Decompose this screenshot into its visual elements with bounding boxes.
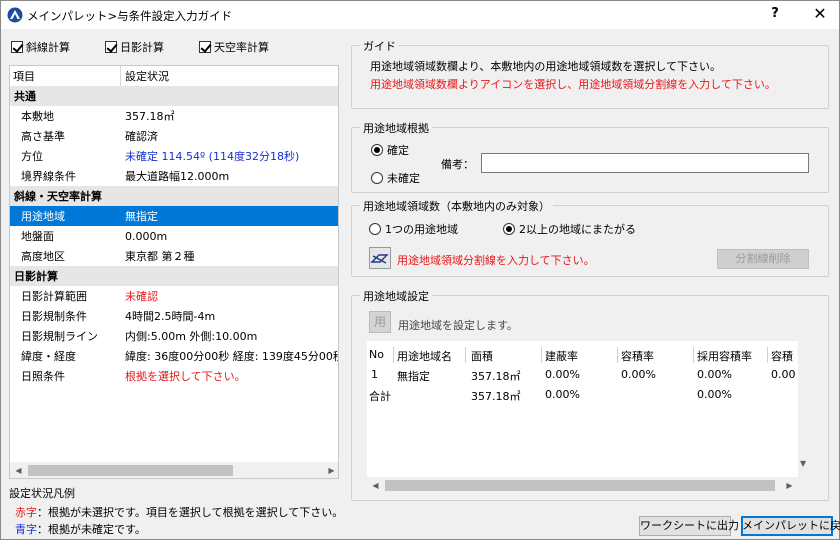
checkbox-label: 日影計算: [120, 41, 164, 54]
scroll-thumb[interactable]: [385, 480, 775, 491]
section-slant: 斜線・天空率計算: [10, 186, 338, 206]
zone-setting-text: 用途地域を設定します。: [398, 319, 518, 332]
column-header-status: 設定状況: [125, 70, 169, 83]
list-item[interactable]: 日影計算範囲 未確認: [10, 286, 338, 306]
checkbox-sky[interactable]: 天空率計算: [199, 39, 269, 55]
back-to-main-palette-button[interactable]: メインパレットに戻る: [741, 516, 840, 536]
scroll-left-icon[interactable]: ◀: [367, 477, 384, 494]
title-bar: メインパレット>与条件設定入力ガイド ? ✕: [1, 1, 839, 29]
legend-blue: 青字：根拠が未確定です。: [15, 523, 146, 536]
guide-text-2: 用途地域領域数欄よりアイコンを選択し、用途地域領域分割線を入力して下さい。: [370, 78, 776, 91]
condition-list[interactable]: 項目 設定状況 共通 本敷地 357.18㎡ 高さ基準 確認済 方位 未確定 1…: [9, 65, 339, 479]
checkbox-label: 斜線計算: [26, 41, 70, 54]
scroll-right-icon[interactable]: ▶: [323, 462, 338, 478]
split-line-instruction: 用途地域領域分割線を入力して下さい。: [397, 254, 595, 267]
list-item[interactable]: 日照条件 根拠を選択して下さい。: [10, 366, 338, 386]
scroll-thumb[interactable]: [28, 465, 233, 476]
list-item[interactable]: 日影規制ライン 内側:5.00m 外側:10.00m: [10, 326, 338, 346]
zone-setting-button[interactable]: 用: [369, 311, 391, 333]
split-line-icon: [370, 254, 389, 264]
radio-multi-zone[interactable]: 2以上の地域にまたがる: [503, 221, 636, 237]
list-item[interactable]: 本敷地 357.18㎡: [10, 106, 338, 126]
checkbox-label: 天空率計算: [214, 41, 269, 54]
radio-empty-icon[interactable]: [369, 223, 381, 235]
checkbox-checked-icon[interactable]: [105, 41, 117, 53]
help-button[interactable]: ?: [765, 6, 785, 24]
table-row-total[interactable]: 合計 357.18㎡ 0.00% 0.00%: [367, 385, 812, 405]
list-item[interactable]: 地盤面 0.000m: [10, 226, 338, 246]
table-row[interactable]: 1 無指定 357.18㎡ 0.00% 0.00% 0.00% 0.00: [367, 365, 812, 385]
radio-single-zone[interactable]: 1つの用途地域: [369, 221, 458, 237]
note-label: 備考：: [441, 158, 474, 171]
legend-red: 赤字：根拠が未選択です。項目を選択して根拠を選択して下さい。: [15, 506, 344, 519]
radio-selected-icon[interactable]: [503, 223, 515, 235]
legend-title: 設定状況凡例: [9, 487, 75, 500]
horizontal-scrollbar[interactable]: ◀ ▶: [10, 462, 338, 478]
section-common: 共通: [10, 86, 338, 106]
zone-table[interactable]: No 用途地域名 面積 建蔽率 容積率 採用容積率 容積 1 無指定 357.1…: [367, 341, 812, 477]
scroll-right-icon[interactable]: ▶: [781, 477, 798, 494]
list-item[interactable]: 方位 未確定 114.54º (114度32分18秒): [10, 146, 338, 166]
list-item[interactable]: 緯度・経度 緯度: 36度00分00秒 経度: 139度45分00秒: [10, 346, 338, 366]
checkbox-shadow[interactable]: 日影計算: [105, 39, 164, 55]
window-title: メインパレット>与条件設定入力ガイド: [27, 9, 233, 23]
checkbox-checked-icon[interactable]: [199, 41, 211, 53]
checkbox-checked-icon[interactable]: [11, 41, 23, 53]
radio-unconfirmed[interactable]: 未確定: [371, 170, 420, 186]
vertical-scrollbar[interactable]: ▼: [798, 341, 812, 477]
section-shadow: 日影計算: [10, 266, 338, 286]
radio-selected-icon[interactable]: [371, 144, 383, 156]
table-header-row: No 用途地域名 面積 建蔽率 容積率 採用容積率 容積: [369, 347, 793, 363]
list-item[interactable]: 高さ基準 確認済: [10, 126, 338, 146]
list-item[interactable]: 日影規制条件 4時間2.5時間-4m: [10, 306, 338, 326]
split-line-button[interactable]: [369, 247, 391, 269]
radio-empty-icon[interactable]: [371, 172, 383, 184]
scroll-down-icon[interactable]: ▼: [800, 459, 806, 468]
guide-text-1: 用途地域領域数欄より、本敷地内の用途地域領域数を選択して下さい。: [370, 60, 722, 73]
note-input[interactable]: [481, 153, 809, 173]
app-icon: [7, 7, 23, 23]
list-item[interactable]: 境界線条件 最大道路幅12.000m: [10, 166, 338, 186]
checkbox-slant[interactable]: 斜線計算: [11, 39, 70, 55]
radio-confirmed[interactable]: 確定: [371, 142, 409, 158]
scroll-left-icon[interactable]: ◀: [10, 462, 27, 478]
worksheet-output-button[interactable]: ワークシートに出力: [639, 516, 739, 536]
list-item-selected[interactable]: 用途地域 無指定: [10, 206, 338, 226]
list-header: 項目 設定状況: [10, 66, 338, 86]
dialog-window: メインパレット>与条件設定入力ガイド ? ✕ 斜線計算 日影計算 天空率計算 項…: [0, 0, 840, 540]
guide-group: ガイド 用途地域領域数欄より、本敷地内の用途地域領域数を選択して下さい。 用途地…: [351, 38, 829, 109]
horizontal-scrollbar[interactable]: ◀ ▶: [367, 477, 812, 494]
delete-split-line-button[interactable]: 分割線削除: [717, 249, 809, 269]
close-button[interactable]: ✕: [809, 4, 831, 26]
list-item[interactable]: 高度地区 東京都 第２種: [10, 246, 338, 266]
zone-setting-icon: 用: [373, 315, 386, 329]
column-header-item: 項目: [13, 70, 35, 83]
